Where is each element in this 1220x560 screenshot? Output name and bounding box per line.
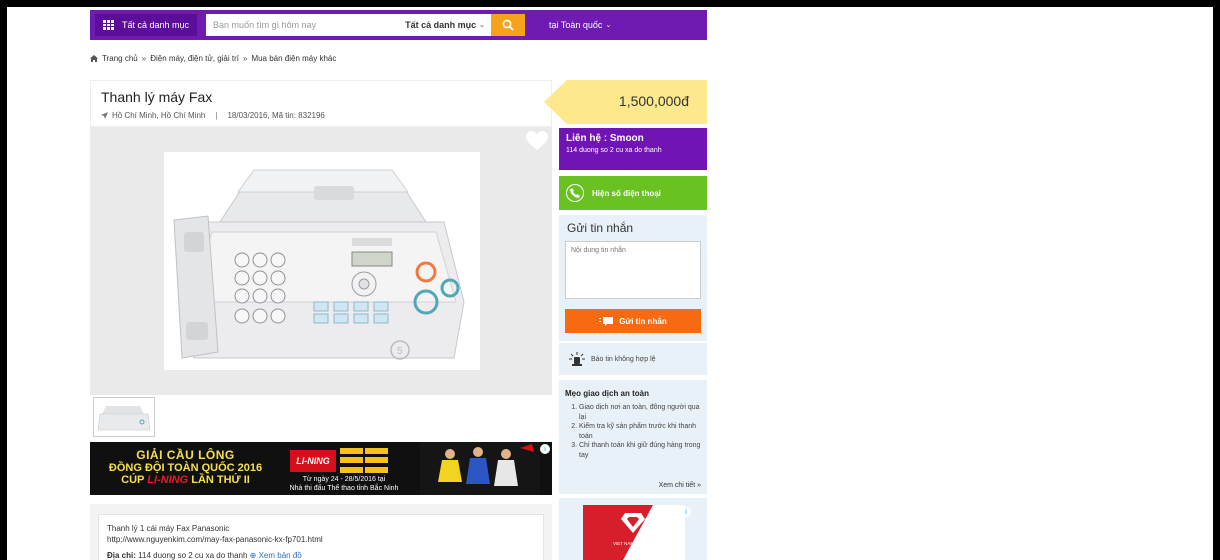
banner-line3-post: LẦN THỨ II (191, 474, 250, 486)
safety-tips-list: Giao dịch nơi an toàn, đông người qua lạ… (565, 403, 701, 460)
jewelry-side-ad[interactable]: VIET NAM JEWELRY i (559, 498, 707, 560)
banner-date: Từ ngày 24 - 28/5/2016 tại Nhà thi đấu T… (280, 475, 408, 493)
list-item: Chỉ thanh toán khi giữ đúng hàng trong t… (579, 441, 701, 460)
send-message-panel: Gửi tin nhắn Gửi tin nhắn (559, 215, 707, 341)
description-link[interactable]: http://www.nguyenkim.com/may-fax-panason… (107, 534, 535, 545)
search-input[interactable] (206, 15, 397, 35)
all-categories-button[interactable]: Tất cả danh mục (95, 14, 198, 36)
safety-tips: Mẹo giao dịch an toàn Giao dịch nơi an t… (559, 380, 707, 494)
sponsor-logos (340, 448, 388, 474)
list-item: Kiểm tra kỹ sản phẩm trước khi thanh toá… (579, 422, 701, 441)
listing-date-id: 18/03/2016, Mã tin: 832196 (227, 111, 325, 120)
jewelry-ad-text: VIET NAM JEWELRY (613, 541, 657, 546)
players-image (420, 442, 540, 495)
description-address: Địa chỉ: 114 duong so 2 cu xa do thanh ⊕… (107, 550, 535, 560)
header-bar: Tất cả danh mục Tất cả danh mục ⌄ tại To… (90, 10, 707, 40)
report-label: Báo tin không hợp lệ (591, 355, 656, 363)
list-item: Giao dịch nơi an toàn, đông người qua lạ… (579, 403, 701, 422)
listing-meta: Hồ Chí Minh, Hồ Chí Minh | 18/03/2016, M… (101, 111, 325, 120)
send-message-heading: Gửi tin nhắn (567, 221, 634, 235)
listing-header: Thanh lý máy Fax Hồ Chí Minh, Hồ Chí Min… (90, 80, 552, 127)
listing-title: Thanh lý máy Fax (101, 89, 213, 105)
home-icon (90, 55, 98, 62)
send-message-button[interactable]: Gửi tin nhắn (565, 309, 701, 333)
banner-line3-pre: CÚP (121, 474, 145, 486)
send-message-label: Gửi tin nhắn (619, 316, 667, 326)
siren-icon (569, 352, 585, 366)
region-label: tại Toàn quốc (549, 20, 603, 30)
product-thumbnail[interactable] (93, 397, 155, 437)
description-line1: Thanh lý 1 cái máy Fax Panasonic (107, 524, 230, 533)
description-section: Thanh lý 1 cái máy Fax Panasonic http://… (90, 504, 552, 560)
map-icon: ⊕ (249, 551, 257, 560)
location-arrow-icon (101, 112, 108, 119)
grid-menu-icon (103, 20, 114, 30)
banner-line2: ĐỒNG ĐỘI TOÀN QUỐC 2016 (108, 462, 263, 474)
contact-address: 114 duong so 2 cu xa do thanh (566, 147, 662, 154)
chevron-down-icon: ⌄ (479, 22, 486, 29)
chevron-down-icon: ⌄ (605, 22, 612, 29)
search-box: Tất cả danh mục ⌄ (206, 14, 492, 36)
phone-icon (566, 184, 584, 202)
breadcrumb-separator: » (141, 54, 147, 63)
meta-divider: | (215, 111, 218, 120)
show-phone-label: Hiện số điện thoại (592, 188, 661, 198)
region-selector[interactable]: tại Toàn quốc ⌄ (549, 20, 611, 30)
heart-icon[interactable] (526, 131, 548, 151)
search-category-label: Tất cả danh mục (405, 20, 477, 30)
report-listing-link[interactable]: Báo tin không hợp lệ (559, 343, 707, 375)
address-value: 114 duong so 2 cu xa do thanh (138, 551, 248, 560)
map-link-label: Xem bản đồ (258, 551, 302, 560)
contact-card: Liên hệ : Smoon 114 duong so 2 cu xa do … (559, 128, 707, 170)
ad-choices-icon[interactable]: i (540, 444, 550, 454)
main-product-image[interactable]: 5 (164, 152, 480, 370)
lining-logo: LI-NING (290, 450, 336, 472)
watermark-glyph: 5 (397, 346, 403, 357)
price-tag: 1,500,000đ (544, 80, 707, 124)
listing-price: 1,500,000đ (618, 93, 689, 109)
show-phone-button[interactable]: Hiện số điện thoại (559, 176, 707, 210)
message-textarea[interactable] (565, 241, 701, 299)
banner-line1: GIẢI CẦU LÔNG (136, 448, 235, 462)
breadcrumb-level1[interactable]: Điện máy, điện tử, giải trí (150, 54, 239, 63)
search-button[interactable] (491, 14, 526, 36)
breadcrumb: Trang chủ » Điện máy, điện tử, giải trí … (90, 54, 336, 63)
image-gallery: 5 (90, 127, 552, 395)
banner-line3-brand: LI-NING (147, 474, 189, 486)
description-content: Thanh lý 1 cái máy Fax Panasonic http://… (98, 514, 544, 560)
listing-location: Hồ Chí Minh, Hồ Chí Minh (112, 111, 206, 120)
chat-icon (599, 316, 614, 326)
fax-machine-image: 5 (173, 169, 465, 360)
map-link[interactable]: ⊕ Xem bản đồ (250, 551, 302, 560)
banner-text: GIẢI CẦU LÔNG ĐỒNG ĐỘI TOÀN QUỐC 2016 CÚ… (98, 448, 273, 486)
breadcrumb-home[interactable]: Trang chủ (102, 54, 138, 63)
banner-date-line1: Từ ngày 24 - 28/5/2016 tại (302, 476, 386, 483)
browser-viewport: Tất cả danh mục Tất cả danh mục ⌄ tại To… (7, 7, 1213, 560)
search-icon (502, 19, 514, 31)
contact-name: Liên hệ : Smoon (566, 133, 644, 144)
banner-line3: CÚP LI-NING LẦN THỨ II (98, 474, 273, 486)
jewelry-ad-image: VIET NAM JEWELRY (583, 505, 685, 560)
address-label: Địa chỉ: (107, 551, 136, 560)
safety-tips-heading: Mẹo giao dịch an toàn (565, 389, 650, 398)
ad-choices-icon[interactable]: i (681, 507, 691, 517)
all-categories-label: Tất cả danh mục (122, 20, 190, 30)
banner-date-line2: Nhà thi đấu Thể thao tỉnh Bắc Ninh (289, 485, 399, 492)
breadcrumb-level2[interactable]: Mua bán điện máy khác (251, 54, 336, 63)
breadcrumb-separator: » (242, 54, 248, 63)
badminton-banner-ad[interactable]: GIẢI CẦU LÔNG ĐỒNG ĐỘI TOÀN QUỐC 2016 CÚ… (90, 442, 552, 495)
search-category-select[interactable]: Tất cả danh mục ⌄ (405, 20, 485, 30)
see-more-link[interactable]: Xem chi tiết » (659, 482, 701, 489)
